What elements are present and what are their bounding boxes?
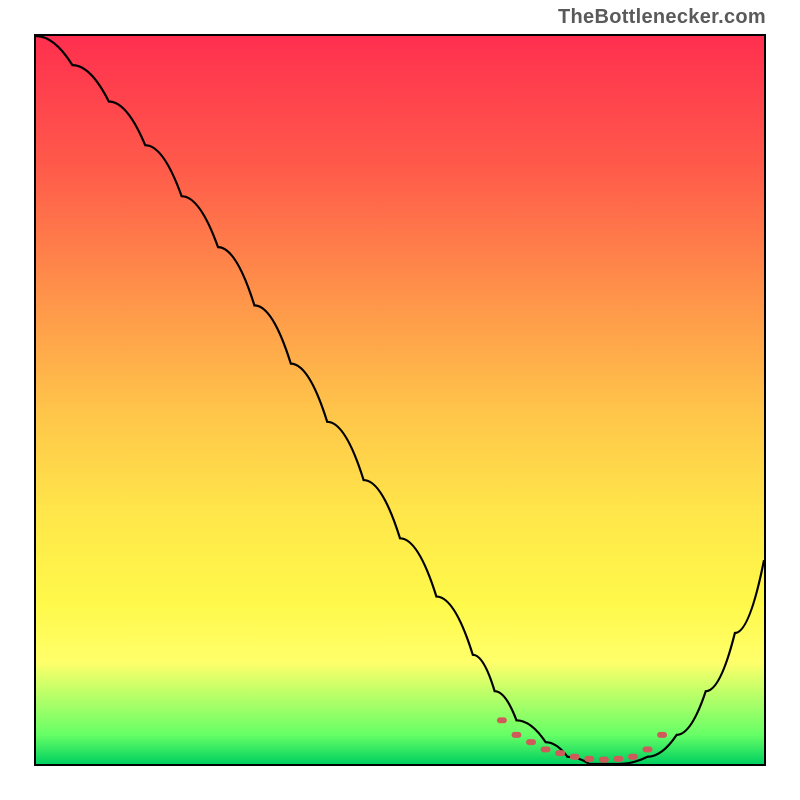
chart-container: TheBottlenecker.com <box>0 0 800 800</box>
bottleneck-curve <box>36 36 764 764</box>
chart-svg <box>36 36 764 764</box>
plot-area <box>34 34 766 766</box>
flat-bottom-markers <box>497 717 667 762</box>
watermark-text: TheBottlenecker.com <box>558 6 766 29</box>
